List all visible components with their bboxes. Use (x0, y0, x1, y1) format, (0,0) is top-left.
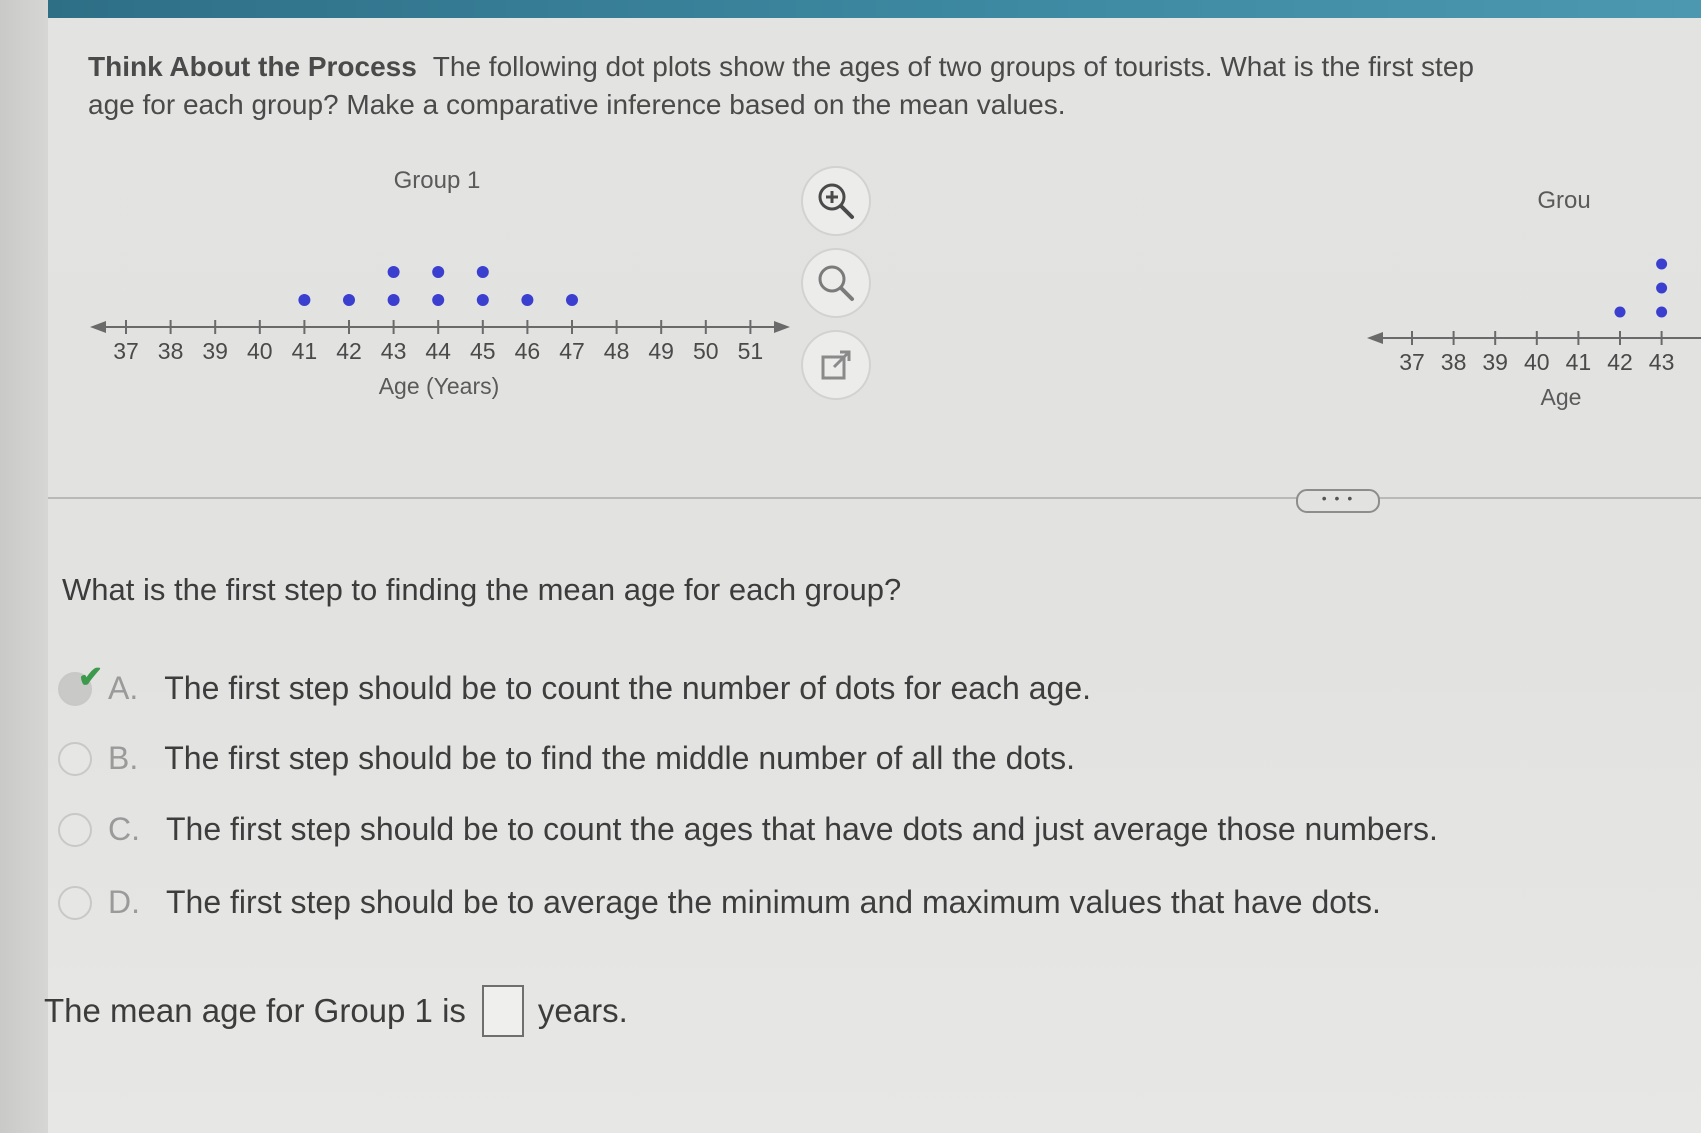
radio-c[interactable] (58, 812, 92, 847)
tick-label: 40 (1524, 349, 1550, 375)
data-dot (1656, 258, 1668, 270)
mean-answer-row: The mean age for Group 1 is years. (44, 985, 628, 1037)
tick-label: 49 (648, 338, 674, 364)
data-dot (476, 294, 489, 306)
axis-arrow-right (774, 321, 790, 333)
radio-a[interactable]: ✔ (58, 661, 103, 706)
data-dot (1656, 282, 1668, 294)
tick-label: 48 (604, 338, 630, 364)
data-dot (387, 294, 400, 306)
data-dot (298, 294, 311, 306)
expand-more-button[interactable]: • • • (1296, 489, 1380, 513)
tick-label: 51 (738, 338, 764, 364)
mean-prefix: The mean age for Group 1 is (44, 992, 466, 1029)
tick-label: 42 (336, 338, 362, 364)
intro-heading: Think About the Process (88, 51, 417, 82)
magnifier-icon (818, 265, 854, 301)
radio-d[interactable] (58, 885, 92, 920)
tick-label: 39 (202, 338, 228, 364)
option-c[interactable]: C. The first step should be to count the… (58, 811, 1438, 848)
left-edge (0, 0, 48, 1133)
tick-label: 37 (113, 338, 139, 364)
section-divider (48, 497, 1701, 499)
tick-label: 38 (1441, 349, 1467, 375)
tick-label: 38 (158, 338, 184, 364)
checkmark-icon: ✔ (78, 660, 104, 694)
tick-label: 41 (292, 338, 318, 364)
option-d-letter: D. (108, 884, 140, 920)
data-dot (566, 294, 578, 306)
x-axis-label: Age (1541, 384, 1582, 410)
dot-plot-group-2: Grou 37 38 39 40 41 42 43 Age (1367, 187, 1701, 410)
option-d[interactable]: D. The first step should be to average t… (58, 884, 1381, 921)
option-d-text: The first step should be to average the … (166, 884, 1381, 920)
tick-label: 44 (425, 338, 451, 364)
intro-text: Think About the Process The following dot… (88, 48, 1701, 124)
top-accent-bar (48, 0, 1701, 18)
tick-label: 43 (381, 338, 407, 364)
zoom-in-button[interactable] (803, 168, 869, 234)
data-dot (476, 266, 489, 278)
data-dot (432, 294, 445, 306)
option-b-letter: B. (108, 740, 139, 776)
option-b[interactable]: B. The first step should be to find the … (58, 740, 1075, 777)
axis-arrow-left (90, 321, 106, 333)
dot-plot-group-1: Group 1 37 38 39 40 41 42 43 44 45 46 47 48 49 50 51 Age… (90, 167, 790, 399)
tick-label: 39 (1482, 349, 1508, 375)
data-dot (432, 266, 445, 278)
option-a-letter: A. (108, 670, 139, 706)
data-dot (521, 294, 534, 306)
option-b-text: The first step should be to find the mid… (164, 740, 1075, 776)
radio-b[interactable] (58, 741, 92, 776)
tick-label: 37 (1399, 349, 1425, 375)
zoom-in-icon (818, 183, 854, 219)
tick-label: 50 (693, 338, 719, 364)
popout-button[interactable] (803, 332, 869, 398)
zoom-button[interactable] (803, 250, 869, 316)
tick-label: 43 (1649, 349, 1675, 375)
option-c-letter: C. (108, 811, 140, 847)
x-axis-label: Age (Years) (379, 373, 500, 399)
tick-label: 46 (515, 338, 541, 364)
tick-label: 40 (247, 338, 273, 364)
data-dot (387, 266, 400, 278)
plot-title: Group 1 (394, 167, 481, 194)
intro-line-2: age for each group? Make a comparative i… (88, 89, 1066, 120)
data-dot (1656, 306, 1668, 318)
option-c-text: The first step should be to count the ag… (166, 811, 1438, 847)
question-text: What is the first step to finding the me… (62, 572, 902, 607)
option-a[interactable]: ✔ A. The first step should be to count t… (58, 661, 1092, 707)
tick-label: 45 (470, 338, 496, 364)
tick-label: 42 (1607, 349, 1633, 375)
intro-line-1: The following dot plots show the ages of… (432, 51, 1474, 82)
plot-title: Grou (1537, 187, 1590, 214)
data-dot (343, 294, 355, 306)
data-dot (1614, 306, 1626, 318)
mean-suffix: years. (537, 992, 628, 1029)
tick-label: 47 (559, 338, 585, 364)
tick-label: 41 (1566, 349, 1592, 375)
external-link-icon (821, 350, 851, 380)
option-a-text: The first step should be to count the nu… (164, 670, 1092, 706)
mean-answer-input[interactable] (481, 985, 524, 1037)
